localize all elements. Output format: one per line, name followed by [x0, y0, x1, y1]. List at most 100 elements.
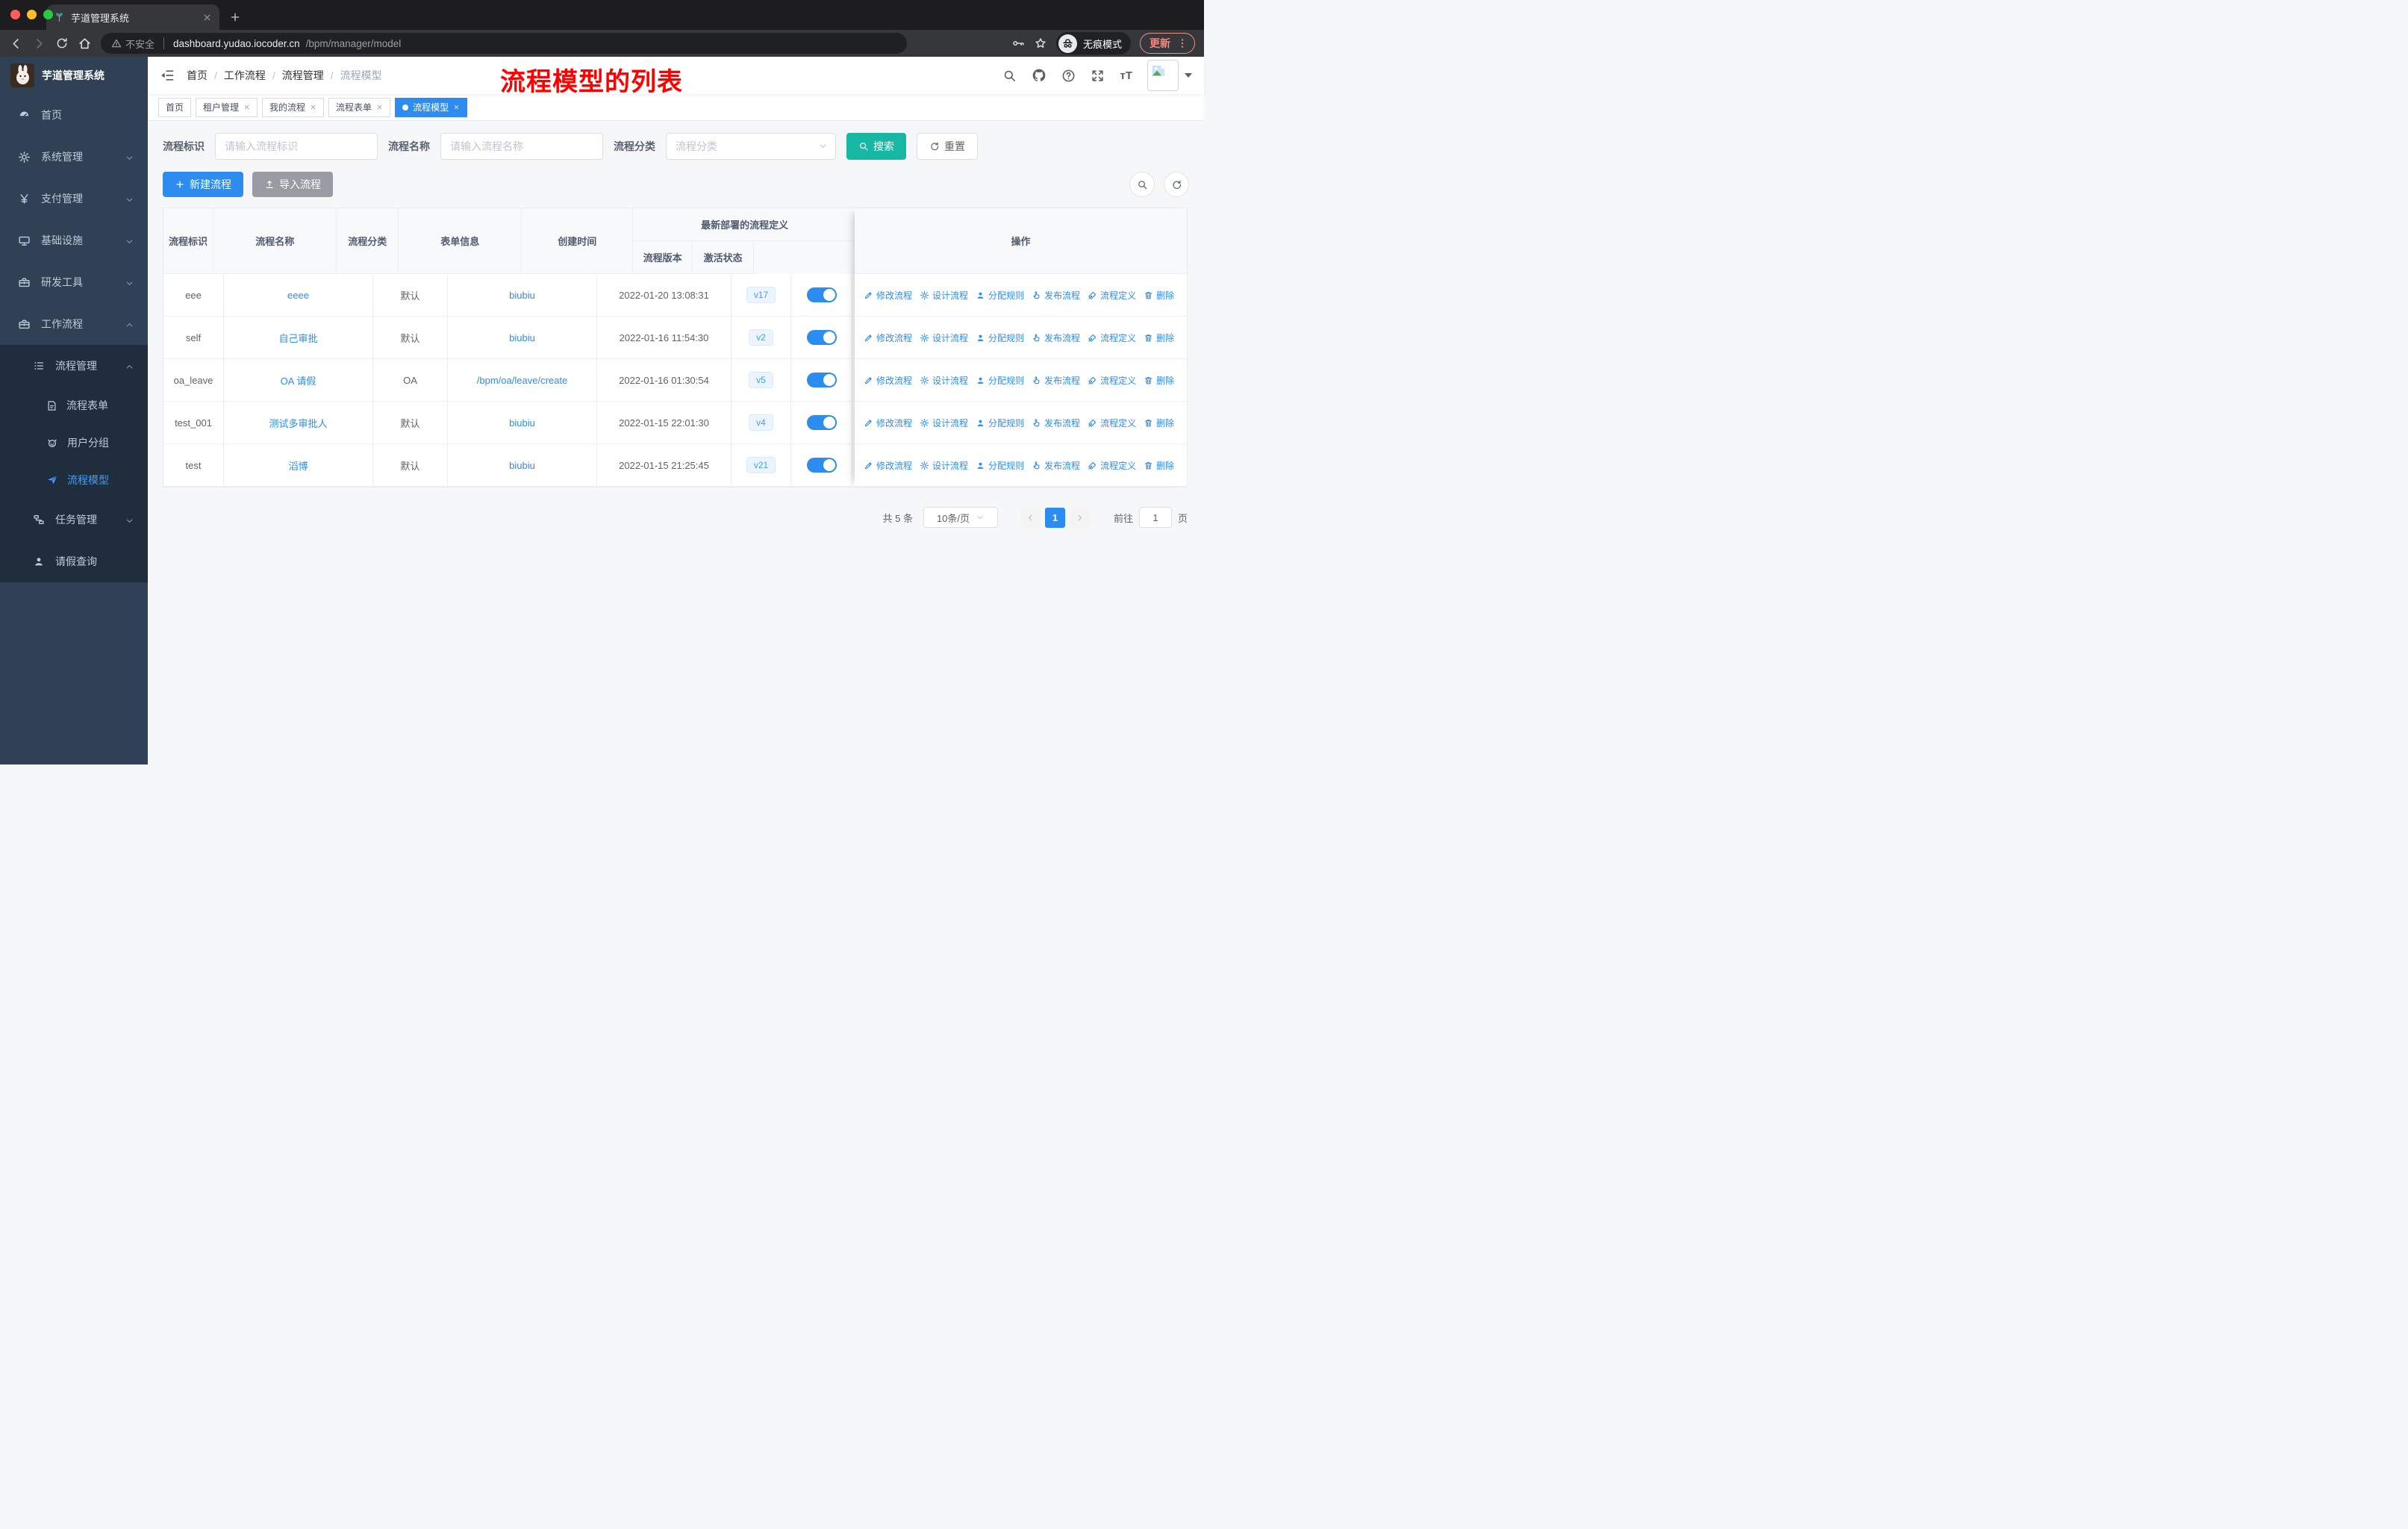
assign-rule-link[interactable]: 分配规则	[976, 417, 1024, 429]
process-id-input[interactable]	[215, 133, 378, 160]
process-definition-link[interactable]: 流程定义	[1088, 331, 1136, 344]
version-badge[interactable]: v4	[749, 414, 773, 431]
delete-link[interactable]: 删除	[1144, 374, 1174, 387]
window-controls[interactable]	[10, 10, 53, 19]
edit-process-link[interactable]: 修改流程	[864, 459, 912, 472]
edit-process-link[interactable]: 修改流程	[864, 417, 912, 429]
publish-process-link[interactable]: 发布流程	[1032, 459, 1080, 472]
window-minimize-button[interactable]	[27, 10, 37, 19]
sidebar-item-task-mgmt[interactable]: 任务管理	[0, 499, 148, 541]
design-process-link[interactable]: 设计流程	[920, 289, 968, 302]
reload-button[interactable]	[55, 37, 69, 50]
github-icon[interactable]	[1032, 68, 1047, 83]
sidebar-item-workflow[interactable]: 工作流程	[0, 303, 148, 345]
search-icon[interactable]	[1002, 69, 1017, 83]
sidebar-item-devtools[interactable]: 研发工具	[0, 261, 148, 303]
breadcrumb-workflow[interactable]: 工作流程	[224, 68, 266, 83]
close-icon[interactable]	[243, 104, 250, 110]
browser-tab[interactable]: 芋道管理系统	[46, 4, 219, 30]
delete-link[interactable]: 删除	[1144, 331, 1174, 344]
form-link[interactable]: /bpm/oa/leave/create	[477, 375, 567, 386]
breadcrumb-home[interactable]: 首页	[187, 68, 208, 83]
page-1-button[interactable]: 1	[1044, 507, 1065, 528]
tab-close-icon[interactable]	[202, 13, 212, 22]
version-badge[interactable]: v21	[746, 457, 776, 473]
process-definition-link[interactable]: 流程定义	[1088, 374, 1136, 387]
publish-process-link[interactable]: 发布流程	[1032, 289, 1080, 302]
publish-process-link[interactable]: 发布流程	[1032, 417, 1080, 429]
process-definition-link[interactable]: 流程定义	[1088, 289, 1136, 302]
tag-process-model[interactable]: 流程模型	[395, 97, 468, 117]
status-toggle[interactable]	[806, 458, 837, 473]
import-process-button[interactable]: 导入流程	[252, 172, 333, 197]
close-icon[interactable]	[310, 104, 316, 110]
assign-rule-link[interactable]: 分配规则	[976, 331, 1024, 344]
status-toggle[interactable]	[806, 287, 837, 302]
process-name-link[interactable]: 自己审批	[278, 331, 317, 345]
edit-process-link[interactable]: 修改流程	[864, 374, 912, 387]
sidebar-item-process-mgmt[interactable]: 流程管理	[0, 345, 148, 387]
refresh-table-button[interactable]	[1164, 172, 1189, 197]
assign-rule-link[interactable]: 分配规则	[976, 374, 1024, 387]
sidebar-item-payment[interactable]: 支付管理	[0, 178, 148, 219]
publish-process-link[interactable]: 发布流程	[1032, 374, 1080, 387]
form-link[interactable]: biubiu	[509, 460, 535, 471]
fullscreen-icon[interactable]	[1091, 69, 1105, 83]
goto-page-input[interactable]	[1138, 507, 1172, 528]
tag-process-form[interactable]: 流程表单	[328, 97, 391, 117]
home-button[interactable]	[78, 37, 92, 51]
process-category-select[interactable]: 流程分类	[666, 133, 836, 160]
tag-my-process[interactable]: 我的流程	[262, 97, 325, 117]
form-link[interactable]: biubiu	[509, 290, 535, 301]
sidebar-item-infra[interactable]: 基础设施	[0, 219, 148, 261]
help-icon[interactable]	[1061, 69, 1076, 83]
sidebar-item-user-group[interactable]: 用户分组	[0, 424, 148, 461]
assign-rule-link[interactable]: 分配规则	[976, 289, 1024, 302]
address-bar[interactable]: 不安全 dashboard.yudao.iocoder.cn/bpm/manag…	[101, 33, 907, 54]
edit-process-link[interactable]: 修改流程	[864, 289, 912, 302]
delete-link[interactable]: 删除	[1144, 417, 1174, 429]
window-zoom-button[interactable]	[43, 10, 53, 19]
process-name-link[interactable]: 滔博	[288, 458, 308, 473]
user-avatar-menu[interactable]	[1147, 60, 1192, 91]
sidebar-item-process-form[interactable]: 流程表单	[0, 387, 148, 424]
assign-rule-link[interactable]: 分配规则	[976, 459, 1024, 472]
page-size-select[interactable]: 10条/页	[923, 507, 998, 528]
password-key-icon[interactable]	[1011, 37, 1025, 50]
create-process-button[interactable]: 新建流程	[163, 172, 243, 197]
menu-dots-icon[interactable]	[1176, 37, 1188, 49]
forward-button[interactable]	[32, 37, 46, 51]
form-link[interactable]: biubiu	[509, 417, 535, 429]
close-icon[interactable]	[376, 104, 383, 110]
version-badge[interactable]: v2	[749, 329, 773, 346]
design-process-link[interactable]: 设计流程	[920, 374, 968, 387]
security-warning[interactable]: 不安全	[111, 37, 155, 51]
sidebar-item-leave-query[interactable]: 请假查询	[0, 541, 148, 582]
form-link[interactable]: biubiu	[509, 332, 535, 343]
process-name-link[interactable]: OA 请假	[281, 373, 316, 387]
sidebar-item-process-model[interactable]: 流程模型	[0, 461, 148, 499]
design-process-link[interactable]: 设计流程	[920, 417, 968, 429]
reset-button[interactable]: 重置	[917, 133, 978, 160]
avatar[interactable]	[1147, 60, 1179, 91]
process-name-link[interactable]: eeee	[287, 290, 309, 301]
back-button[interactable]	[9, 37, 23, 51]
status-toggle[interactable]	[806, 415, 837, 430]
close-icon[interactable]	[453, 104, 460, 110]
tag-home[interactable]: 首页	[158, 97, 192, 117]
version-badge[interactable]: v5	[749, 372, 773, 388]
search-button[interactable]: 搜索	[846, 133, 906, 160]
window-close-button[interactable]	[10, 10, 20, 19]
sidebar-item-home[interactable]: 首页	[0, 94, 148, 136]
process-name-input[interactable]	[440, 133, 603, 160]
sidebar-item-system[interactable]: 系统管理	[0, 136, 148, 178]
delete-link[interactable]: 删除	[1144, 459, 1174, 472]
breadcrumb-process-mgmt[interactable]: 流程管理	[282, 68, 324, 83]
prev-page-button[interactable]	[1020, 507, 1041, 528]
version-badge[interactable]: v17	[746, 287, 776, 303]
process-name-link[interactable]: 测试多审批人	[269, 416, 327, 430]
design-process-link[interactable]: 设计流程	[920, 459, 968, 472]
publish-process-link[interactable]: 发布流程	[1032, 331, 1080, 344]
status-toggle[interactable]	[806, 373, 837, 387]
new-tab-button[interactable]	[224, 6, 246, 28]
